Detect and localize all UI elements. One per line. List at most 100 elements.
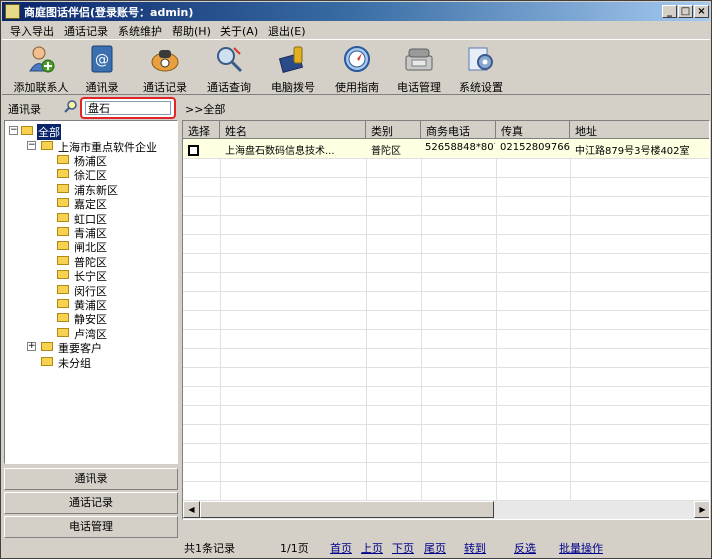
col-category[interactable]: 类别 [366,121,421,139]
tree-root-label: 全部 [37,124,61,140]
scroll-thumb[interactable] [200,501,494,518]
folder-icon [57,227,69,236]
guide-button[interactable]: 使用指南 [322,42,392,94]
tree-collapse-icon[interactable]: − [27,141,36,150]
scroll-right-icon[interactable]: ▶ [694,501,709,518]
toolbar: 添加联系人 @ 通讯录 通话记录 通话查询 电脑拨号 使用指南 电话管理 系统设… [2,39,710,95]
grid-row-line [183,405,709,406]
phone-manage-label: 电话管理 [397,81,441,94]
record-count: 共1条记录 [184,542,235,555]
folder-icon [57,155,69,164]
phone-manage-button[interactable]: 电话管理 [384,42,454,94]
grid-row-line [183,424,709,425]
goto-page-link[interactable]: 转到 [464,540,486,556]
cell-fax: 02152809766 [500,142,570,153]
folder-icon [57,212,69,222]
pc-dial-icon [278,46,304,73]
grid-row-line [183,462,709,463]
call-log-button[interactable]: 通话记录 [130,42,200,94]
app-icon [5,4,20,19]
menu-import-export[interactable]: 导入导出 [10,23,54,39]
tree-ungrouped-label: 未分组 [58,357,91,370]
menu-help[interactable]: 帮助(H) [172,23,211,39]
main-window: 商庭图话伴侣(登录账号：admin) _ □ × 导入导出 通话记录 系统维护 … [0,0,712,559]
grid-row-line [183,196,709,197]
grid-column-line [220,139,221,501]
add-contact-button[interactable]: 添加联系人 [6,42,76,94]
menu-exit[interactable]: 退出(E) [268,23,306,39]
search-input[interactable] [85,101,171,115]
call-search-label: 通话查询 [207,81,251,94]
nav-address-book[interactable]: 通讯录 [4,468,178,490]
grid-row-line [183,443,709,444]
grid-row-line [183,367,709,368]
horizontal-scrollbar[interactable]: ◀ ▶ [183,501,709,519]
cell-category: 普陀区 [371,146,401,157]
call-log-icon [151,50,179,72]
call-search-button[interactable]: 通话查询 [194,42,264,94]
folder-icon [57,313,69,323]
prev-page-link[interactable]: 上页 [361,540,383,556]
menu-system[interactable]: 系统维护 [118,23,162,39]
col-fax[interactable]: 传真 [496,121,570,139]
last-page-link[interactable]: 尾页 [424,540,446,556]
invert-selection-link[interactable]: 反选 [514,540,536,556]
folder-icon [57,270,69,280]
folder-icon [57,198,69,208]
close-button[interactable]: × [694,5,709,18]
folder-icon [57,284,69,294]
grid-row-line [183,310,709,311]
folder-icon [57,183,69,193]
folder-icon [41,141,53,150]
menu-call-records[interactable]: 通话记录 [64,23,108,39]
grid-row-line [183,253,709,254]
batch-operation-link[interactable]: 批量操作 [559,540,603,556]
first-page-link[interactable]: 首页 [330,540,352,556]
address-book-button[interactable]: @ 通讯录 [67,42,137,94]
add-contact-label: 添加联系人 [13,81,69,94]
settings-button[interactable]: 系统设置 [446,42,516,94]
grid-row-line [183,215,709,216]
pc-dial-label: 电脑拨号 [271,81,315,94]
window-title: 商庭图话伴侣(登录账号：admin) [24,6,194,19]
grid-column-line [496,139,497,501]
cell-phone: 52658848*807 [425,142,495,153]
nav-phone-manage[interactable]: 电话管理 [4,516,178,538]
grid-column-line [421,139,422,501]
contact-grid[interactable]: 选择 姓名 类别 商务电话 传真 地址 上海盘石数码信息技术... 普陀区 52… [182,120,710,520]
folder-open-icon [21,126,33,135]
col-name[interactable]: 姓名 [220,121,366,139]
menu-bar: 导入导出 通话记录 系统维护 帮助(H) 关于(A) 退出(E) [2,21,710,39]
menu-about[interactable]: 关于(A) [220,23,258,39]
left-panel-header: 通讯录 [2,97,180,119]
tree-vip-label: 重要客户 [58,342,102,355]
guide-icon [344,46,370,72]
nav-call-records[interactable]: 通话记录 [4,492,178,514]
folder-icon [57,169,69,179]
cell-name: 上海盘石数码信息技术... [225,146,335,157]
col-address[interactable]: 地址 [570,121,709,139]
tree-collapse-icon[interactable]: − [9,126,18,135]
grid-row-line [183,272,709,273]
search-icon[interactable] [64,100,78,114]
folder-icon [41,357,53,366]
row-checkbox[interactable] [188,145,199,156]
tree-expand-icon[interactable]: + [27,342,36,351]
scroll-left-icon[interactable]: ◀ [183,501,200,518]
grid-row-line [183,348,709,349]
contact-tree[interactable]: − 全部 − 上海市重点软件企业 杨浦区 徐汇区 浦东新区 嘉定区 虹口区 青浦区 闸北区普… [4,120,178,464]
col-phone[interactable]: 商务电话 [421,121,496,139]
title-bar[interactable]: 商庭图话伴侣(登录账号：admin) _ □ × [2,2,710,21]
col-select[interactable]: 选择 [183,121,220,139]
maximize-button[interactable]: □ [678,5,693,18]
minimize-button[interactable]: _ [662,5,677,18]
page-indicator: 1/1页 [280,542,309,555]
pc-dial-button[interactable]: 电脑拨号 [258,42,328,94]
grid-column-line [570,139,571,501]
folder-icon [57,255,69,265]
grid-row-line [183,329,709,330]
folder-icon [57,327,69,337]
call-search-icon [217,47,243,73]
tree-company-label: 上海市重点软件企业 [58,141,157,154]
next-page-link[interactable]: 下页 [392,540,414,556]
